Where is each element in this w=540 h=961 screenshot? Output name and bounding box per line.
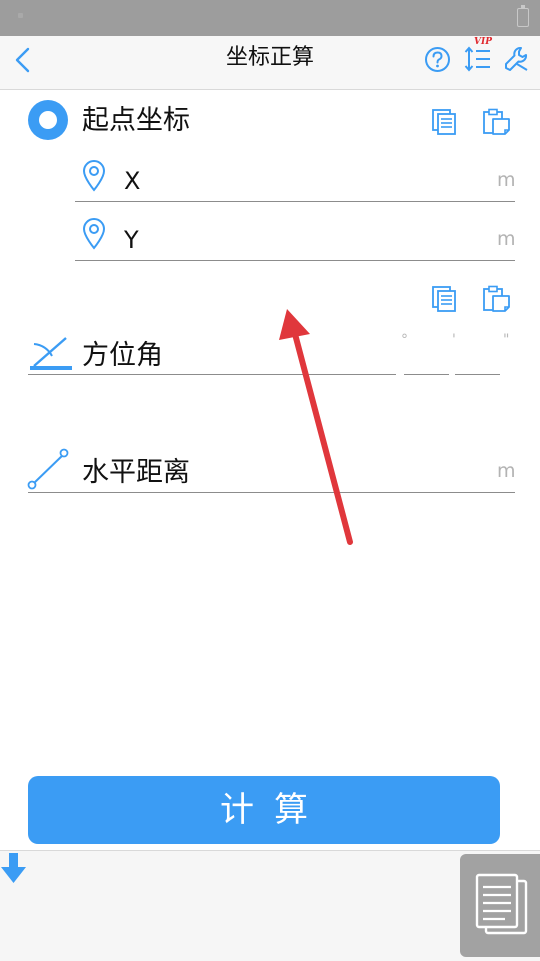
sort-icon (464, 46, 490, 72)
distance-unit: m (497, 460, 516, 482)
settings-wrench-icon (505, 46, 528, 71)
copy-azimuth-button[interactable] (430, 285, 458, 313)
y-location-pin-icon (82, 218, 106, 250)
sort-button[interactable] (464, 46, 492, 72)
x-field-underline (75, 201, 515, 202)
azimuth-degrees-input[interactable] (82, 336, 396, 374)
back-icon (15, 47, 30, 73)
minute-mark: ' (452, 332, 456, 348)
settings-button[interactable] (503, 45, 531, 73)
y-input[interactable] (115, 218, 485, 258)
azimuth-minutes-input[interactable] (404, 346, 449, 374)
azimuth-angle-icon (28, 330, 74, 372)
paste-azimuth-button[interactable] (482, 285, 512, 313)
start-point-section-icon (28, 100, 68, 140)
paste-icon (483, 108, 510, 135)
y-unit: m (497, 228, 516, 250)
second-mark: " (503, 332, 510, 348)
paste-start-button[interactable] (482, 108, 512, 136)
y-field-underline (75, 260, 515, 261)
azimuth-minutes-underline (404, 374, 449, 375)
status-notification-icon (18, 13, 23, 18)
back-button[interactable] (8, 42, 38, 78)
distance-line-icon (26, 448, 70, 490)
x-input[interactable] (115, 160, 485, 200)
battery-icon (517, 5, 529, 27)
x-unit: m (497, 169, 516, 191)
result-area (0, 850, 540, 961)
x-location-pin-icon (82, 160, 106, 192)
azimuth-underline (28, 374, 396, 375)
status-bar (0, 0, 540, 36)
help-icon (425, 47, 450, 72)
azimuth-seconds-input[interactable] (455, 346, 500, 374)
azimuth-seconds-underline (455, 374, 500, 375)
start-point-label: 起点坐标 (82, 105, 190, 136)
help-button[interactable] (424, 46, 451, 73)
copy-icon (432, 109, 456, 135)
distance-underline (28, 492, 515, 493)
degree-mark: ° (401, 332, 408, 348)
expand-down-button[interactable] (0, 852, 28, 886)
paste-icon (483, 285, 510, 312)
page-title: 坐标正算 (225, 45, 314, 70)
copy-icon (432, 286, 456, 312)
arrow-down-icon (1, 853, 26, 883)
result-panel-button[interactable] (460, 854, 540, 957)
copy-start-button[interactable] (430, 108, 458, 136)
document-list-icon (475, 873, 528, 935)
calculate-button[interactable]: 计算 (28, 776, 500, 844)
distance-input[interactable] (82, 452, 487, 492)
